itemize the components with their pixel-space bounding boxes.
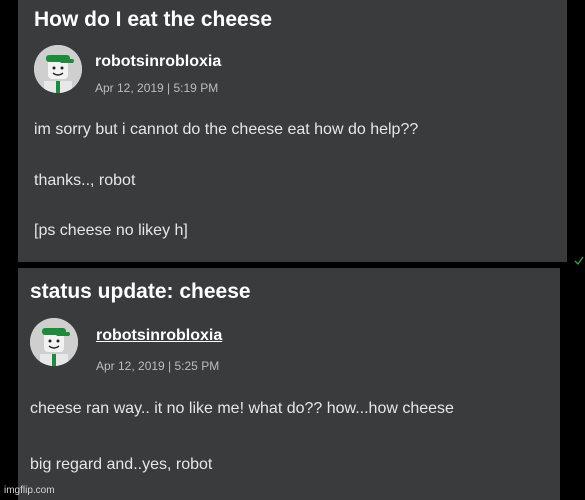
post-body-line: [ps cheese no likey h] [34, 222, 188, 239]
post-title: status update: cheese [30, 280, 251, 303]
post-card-2: status update: cheese robotsinrobloxia A… [18, 268, 560, 500]
post-timestamp: Apr 12, 2019 | 5:25 PM [96, 359, 220, 373]
imgflip-watermark: imgflip.com [4, 485, 55, 496]
check-mark-icon [574, 256, 584, 266]
avatar-icon[interactable] [34, 45, 82, 93]
post-title: How do I eat the cheese [34, 8, 273, 31]
avatar-icon[interactable] [30, 318, 78, 366]
post-body-line: cheese ran way.. it no like me! what do?… [30, 400, 454, 417]
author-name-link[interactable]: robotsinrobloxia [96, 327, 222, 345]
post-body-line: im sorry but i cannot do the cheese eat … [34, 121, 419, 138]
post-timestamp: Apr 12, 2019 | 5:19 PM [95, 81, 219, 95]
author-name[interactable]: robotsinrobloxia [95, 53, 221, 71]
post-body-line: thanks.., robot [34, 172, 136, 189]
post-card-1: How do I eat the cheese robotsinrobloxia… [18, 0, 567, 262]
post-body-line: big regard and..yes, robot [30, 456, 213, 473]
